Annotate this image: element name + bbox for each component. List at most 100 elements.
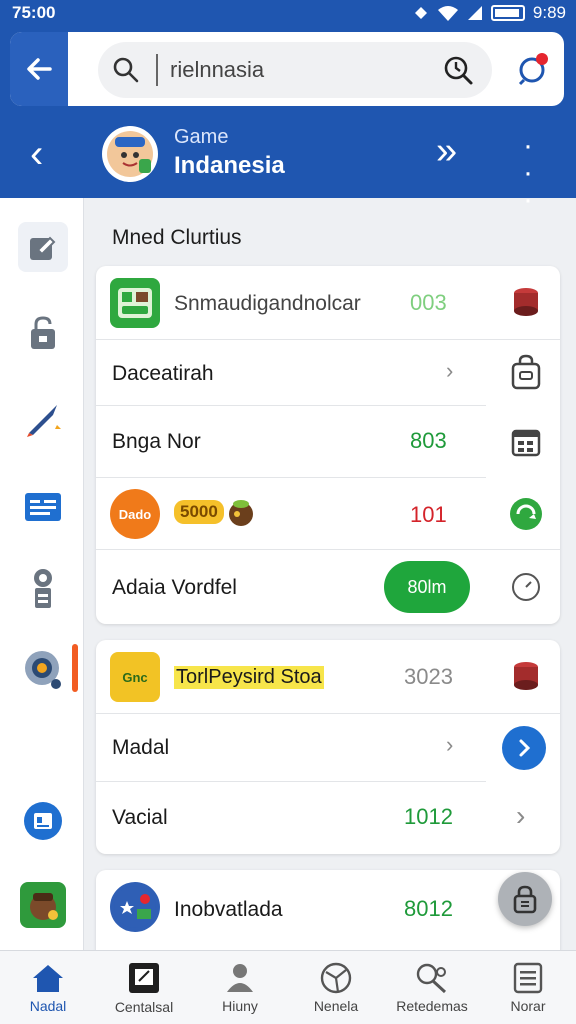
row-label: Madal [112, 736, 170, 759]
nav-label: Hiuny [222, 997, 258, 1014]
history-search-icon[interactable] [442, 54, 474, 86]
list-item[interactable]: Snmaudigandnolcar 003 [96, 266, 560, 340]
list-item[interactable]: Madal › [96, 714, 486, 782]
row-label: Adaia Vordfel [112, 576, 237, 599]
row-action[interactable] [506, 282, 546, 322]
row-action[interactable] [506, 656, 546, 696]
document-icon [24, 802, 62, 840]
drum-icon [514, 288, 538, 316]
list-icon [513, 962, 543, 993]
game-avatar[interactable] [102, 126, 158, 182]
drum-icon [514, 662, 538, 690]
game-card-1: Snmaudigandnolcar 003 Daceatirah › Bnga … [96, 266, 560, 624]
search-icon [113, 57, 139, 83]
chevron-right-icon: › [446, 732, 454, 757]
search-card [10, 32, 564, 106]
sidebar-active-indicator [72, 644, 78, 692]
nav-item-ball[interactable]: Nenela [288, 951, 384, 1024]
list-item[interactable]: Gnc TorlPeysird Stoa 3023 [96, 640, 560, 714]
search-box[interactable] [98, 42, 492, 98]
nav-item-search[interactable]: Retedemas [384, 951, 480, 1024]
list-item[interactable]: Vacial 1012 › [96, 782, 560, 854]
top-bar: ‹ Game Indanesia » ··· [0, 26, 576, 215]
home-icon [33, 964, 63, 992]
location-icon [414, 7, 427, 19]
clock-icon [512, 573, 540, 601]
row-value: 101 [410, 502, 447, 527]
list-item[interactable]: Dado 5000 101 [96, 478, 560, 550]
gear-icon [25, 651, 61, 689]
nav-item-home[interactable]: Nadal [0, 951, 96, 1024]
chevron-right-icon: › [446, 358, 454, 383]
character-avatar-icon [107, 131, 153, 177]
row-label: Daceatirah [112, 362, 214, 385]
nav-item-list[interactable]: Norar [480, 951, 576, 1024]
search-person-icon [416, 963, 447, 993]
sidebar-item-settings[interactable] [18, 644, 68, 694]
sidebar-item-mic[interactable] [18, 564, 68, 614]
sidebar-item-game[interactable] [18, 880, 68, 930]
row-action[interactable] [506, 494, 546, 534]
app-icon [110, 278, 160, 328]
row-value: 003 [410, 290, 447, 315]
list-item[interactable]: Daceatirah › [96, 340, 486, 406]
action-pill-button[interactable]: 80lm [384, 561, 470, 613]
row-label: Vacial [112, 806, 168, 829]
nut-icon [229, 500, 253, 526]
row-value: 803 [410, 428, 447, 453]
sidebar-item-edit[interactable] [18, 222, 68, 272]
sidebar-item-docs[interactable] [18, 796, 68, 846]
list-item[interactable]: Adaia Vordfel 80lm [96, 550, 560, 624]
star-splash-icon [114, 886, 156, 928]
nav-label: Nadal [29, 997, 67, 1014]
list-item[interactable]: Bnga Nor 803 [96, 406, 486, 478]
row-label: TorlPeysird Stoa [174, 666, 324, 689]
lock-doc-icon [511, 354, 541, 390]
back-button[interactable] [10, 32, 68, 106]
ball-icon [320, 962, 352, 993]
status-time: 75:00 [12, 3, 56, 22]
save-action[interactable] [506, 352, 546, 392]
refresh-circle-icon [510, 498, 542, 530]
row-value: 8012 [404, 896, 453, 921]
double-chevron-icon[interactable]: » [436, 130, 457, 173]
prev-chevron-icon[interactable]: ‹ [30, 132, 43, 177]
notification-ring-icon[interactable] [514, 50, 552, 88]
sidebar-item-rocket[interactable] [18, 394, 68, 444]
lock-fab-button[interactable] [498, 872, 552, 926]
main-content: Mned Clurtius Snmaudigandnolcar 003 Dace… [84, 198, 576, 960]
game-card-3: Inobvatlada 8012 [96, 870, 560, 960]
row-value: 1012 [404, 804, 453, 829]
next-circle-button[interactable] [502, 726, 546, 770]
app-icon: Gnc [110, 652, 160, 702]
nav-label: Norar [510, 997, 546, 1014]
app-logo-icon [118, 288, 152, 318]
app-icon [110, 882, 160, 932]
game-tile-icon [20, 882, 66, 928]
sidebar-item-lock[interactable] [18, 308, 68, 358]
chevron-right-icon [519, 739, 531, 757]
search-input[interactable] [156, 54, 436, 86]
status-icons: 9:89 [413, 3, 566, 23]
edit-doc-icon [30, 236, 56, 260]
game-card-2: Gnc TorlPeysird Stoa 3023 Madal › Vacial… [96, 640, 560, 854]
chevron-right-icon[interactable]: › [516, 800, 525, 832]
wifi-icon [437, 6, 458, 21]
section-title: Mned Clurtius [112, 226, 242, 249]
row-action[interactable] [506, 567, 546, 607]
nav-item-tablet[interactable]: Centalsal [96, 951, 192, 1024]
nav-item-person[interactable]: Hiuny [192, 951, 288, 1024]
person-icon [227, 963, 253, 992]
sidebar-item-list[interactable] [18, 482, 68, 532]
nav-label: Nenela [313, 997, 359, 1014]
row-label: Inobvatlada [174, 898, 283, 921]
row-label: Bnga Nor [112, 430, 201, 453]
calendar-icon [511, 429, 541, 457]
row-value: 3023 [404, 664, 453, 689]
rocket-icon [27, 405, 61, 437]
row-label: Snmaudigandnolcar [174, 292, 361, 315]
list-item[interactable]: Inobvatlada 8012 [96, 870, 560, 946]
calendar-action[interactable] [506, 422, 546, 462]
card-list-icon [25, 493, 61, 521]
microphone-icon [34, 569, 52, 608]
